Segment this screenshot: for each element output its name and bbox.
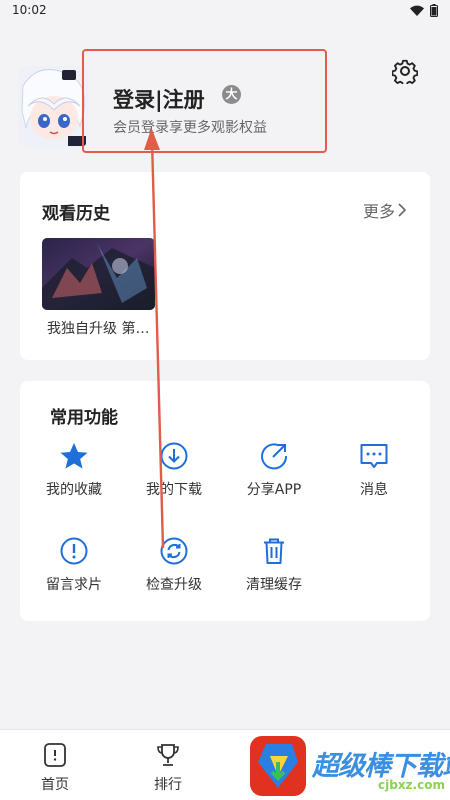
system-icons — [410, 4, 438, 17]
func-label: 我的收藏 — [46, 482, 102, 498]
message-icon — [360, 444, 388, 468]
watch-history-card: 观看历史 更多 我独自升级 第… — [20, 172, 430, 360]
history-more-button[interactable]: 更多 — [363, 198, 406, 222]
watermark-logo-icon — [250, 736, 306, 796]
nav-label: 首页 — [41, 777, 69, 793]
common-functions-card: 常用功能 我的收藏 我的下载 分享APP 消息 留言求片 检查升级 清理缓存 — [20, 381, 430, 621]
login-subtitle: 会员登录享更多观影权益 — [113, 120, 267, 136]
func-label: 留言求片 — [46, 577, 102, 593]
func-favorites[interactable]: 我的收藏 — [29, 441, 119, 499]
chevron-right-icon — [398, 203, 406, 217]
vip-badge-icon: 大 — [222, 85, 241, 104]
nav-ranking[interactable]: 排行 — [138, 742, 198, 794]
func-label: 检查升级 — [146, 577, 202, 593]
func-request-movie[interactable]: 留言求片 — [29, 536, 119, 594]
more-label: 更多 — [362, 202, 395, 221]
refresh-icon — [160, 537, 188, 565]
functions-title: 常用功能 — [50, 408, 118, 428]
status-bar: 10:02 — [0, 0, 450, 24]
home-icon — [44, 743, 66, 767]
history-title: 观看历史 — [42, 204, 110, 224]
func-clear-cache[interactable]: 清理缓存 — [229, 536, 319, 594]
nav-home[interactable]: 首页 — [25, 742, 85, 794]
func-label: 清理缓存 — [246, 577, 302, 593]
func-label: 分享APP — [246, 482, 302, 498]
watermark: 超级棒下载站 cjbxz.com — [248, 734, 450, 800]
battery-icon — [430, 4, 438, 17]
func-messages[interactable]: 消息 — [329, 441, 419, 499]
trophy-icon — [157, 744, 179, 766]
func-share-app[interactable]: 分享APP — [229, 441, 319, 499]
download-icon — [160, 442, 188, 470]
trash-icon — [264, 538, 284, 564]
exclamation-icon — [60, 537, 88, 565]
status-time: 10:02 — [12, 3, 47, 17]
star-icon — [60, 443, 88, 469]
func-check-update[interactable]: 检查升级 — [129, 536, 219, 594]
watermark-url: cjbxz.com — [378, 778, 445, 792]
share-icon — [261, 443, 288, 470]
func-downloads[interactable]: 我的下载 — [129, 441, 219, 499]
nav-label: 排行 — [154, 777, 182, 793]
func-label: 我的下载 — [146, 482, 202, 498]
gear-icon[interactable] — [392, 58, 418, 84]
login-register-link[interactable]: 登录|注册 — [113, 84, 205, 114]
func-label: 消息 — [360, 482, 388, 498]
history-thumbnail[interactable] — [42, 238, 155, 310]
history-item-caption[interactable]: 我独自升级 第… — [47, 318, 149, 338]
wifi-icon — [410, 5, 424, 16]
avatar[interactable] — [18, 66, 88, 148]
